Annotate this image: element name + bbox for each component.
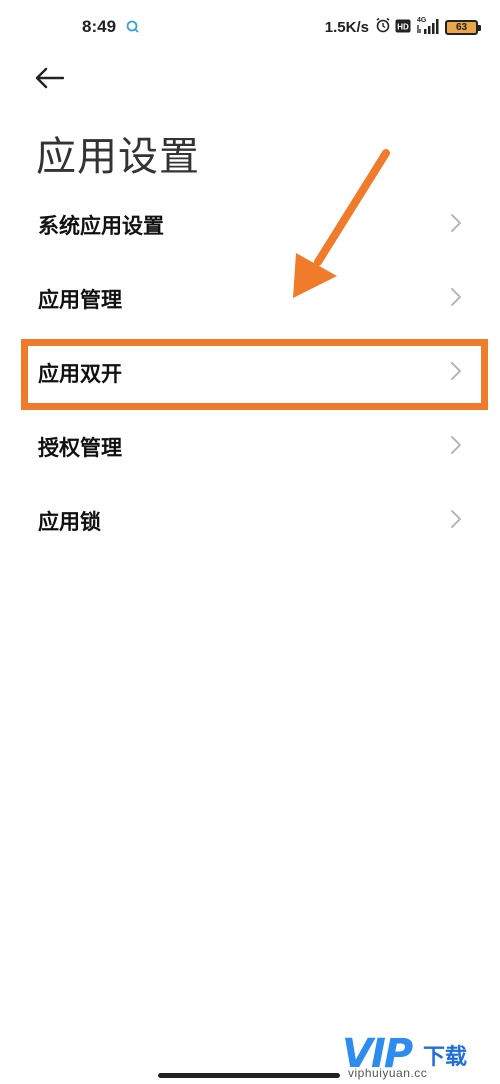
battery-icon: 63 xyxy=(445,19,481,35)
status-bar: 8:49 1.5K/s HD 4G 63 xyxy=(0,0,500,56)
chevron-right-icon xyxy=(450,213,462,237)
status-indicators: 1.5K/s HD 4G 63 xyxy=(324,15,481,39)
back-button[interactable] xyxy=(34,62,74,98)
highlight-box xyxy=(21,339,488,410)
hd-icon: HD xyxy=(395,18,411,37)
chevron-right-icon xyxy=(450,509,462,533)
notification-icon xyxy=(126,19,140,38)
settings-item-system-app-settings[interactable]: 系统应用设置 xyxy=(0,188,500,262)
back-arrow-icon xyxy=(34,67,65,93)
settings-item-label: 授权管理 xyxy=(38,436,122,460)
settings-item-app-management[interactable]: 应用管理 xyxy=(0,262,500,336)
settings-item-label: 应用锁 xyxy=(38,510,101,534)
hd-badge-text: HD xyxy=(397,22,409,31)
watermark-url: viphuiyuan.cc xyxy=(348,1066,428,1080)
network-type: 4G xyxy=(417,17,427,24)
settings-item-app-lock[interactable]: 应用锁 xyxy=(0,484,500,558)
alarm-icon xyxy=(375,17,391,37)
chevron-right-icon xyxy=(450,435,462,459)
status-time: 8:49 xyxy=(82,17,117,36)
home-indicator[interactable] xyxy=(158,1073,340,1078)
watermark-logo: VIP 下载 viphuiyuan.cc xyxy=(340,1034,490,1082)
signal-icon: 4G xyxy=(415,15,441,39)
settings-item-permissions[interactable]: 授权管理 xyxy=(0,410,500,484)
page-title: 应用设置 xyxy=(36,134,200,180)
settings-item-label: 系统应用设置 xyxy=(38,214,164,238)
chevron-right-icon xyxy=(450,287,462,311)
battery-level: 63 xyxy=(455,21,468,33)
network-speed: 1.5K/s xyxy=(324,18,369,36)
settings-item-label: 应用管理 xyxy=(38,288,122,312)
watermark-suffix: 下载 xyxy=(423,1045,468,1070)
